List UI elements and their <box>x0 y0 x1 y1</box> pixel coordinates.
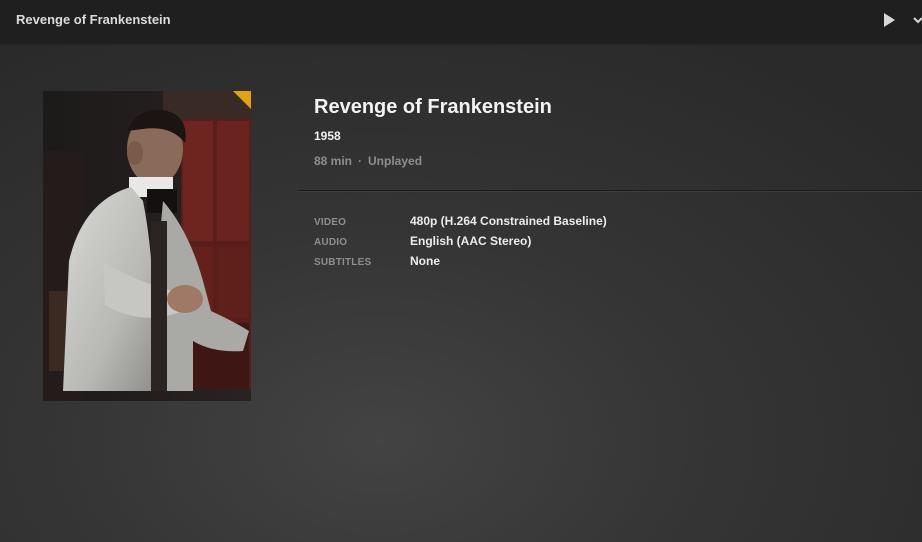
app-window: Revenge of Frankenstein Revenge of Frank… <box>0 0 922 542</box>
top-bar: Revenge of Frankenstein <box>0 0 922 43</box>
more-icon[interactable] <box>912 11 922 29</box>
stream-label: AUDIO <box>314 237 348 248</box>
stream-row-audio: AUDIO English (AAC Stereo) <box>314 234 531 248</box>
movie-poster[interactable] <box>43 91 251 401</box>
stream-label: SUBTITLES <box>314 257 372 268</box>
movie-title: Revenge of Frankenstein <box>314 96 552 118</box>
poster-image <box>43 91 251 401</box>
window-title: Revenge of Frankenstein <box>16 12 171 27</box>
stream-label: VIDEO <box>314 217 347 228</box>
stream-value[interactable]: 480p (H.264 Constrained Baseline) <box>410 214 607 228</box>
play-icon[interactable] <box>880 11 898 29</box>
play-status: Unplayed <box>368 154 423 168</box>
movie-meta: 88 min · Unplayed <box>314 154 422 168</box>
stream-row-subtitles: SUBTITLES None <box>314 254 440 268</box>
divider <box>298 190 922 192</box>
stream-row-video: VIDEO 480p (H.264 Constrained Baseline) <box>314 214 607 228</box>
stream-value[interactable]: English (AAC Stereo) <box>410 234 531 248</box>
duration: 88 min <box>314 154 353 168</box>
unwatched-badge <box>233 91 251 109</box>
stream-value[interactable]: None <box>410 254 440 268</box>
meta-separator: · <box>358 154 363 168</box>
release-year: 1958 <box>314 129 341 143</box>
